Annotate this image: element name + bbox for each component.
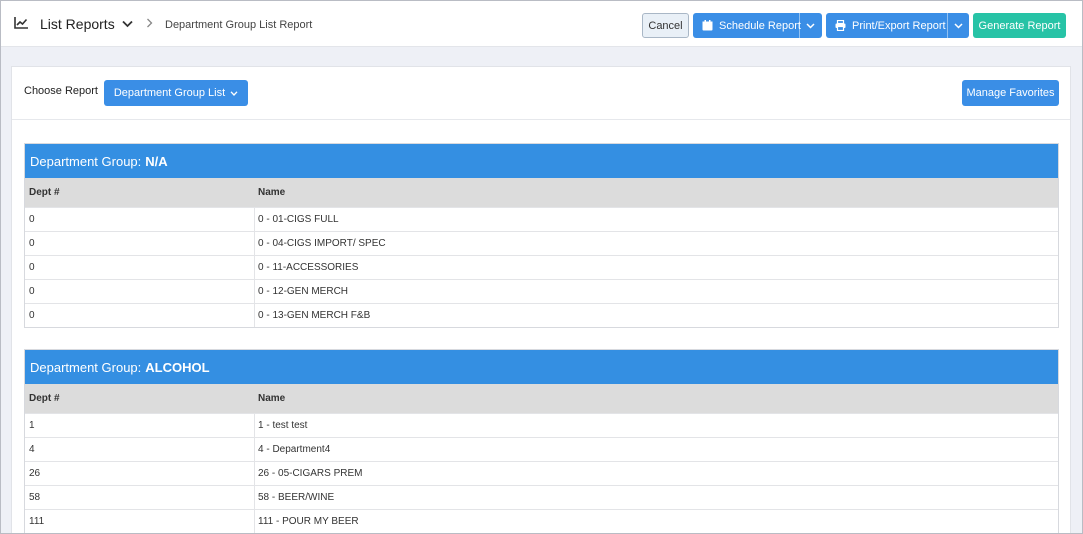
divider: [12, 119, 1070, 120]
column-header-dept: Dept #: [29, 393, 60, 404]
group-name: N/A: [145, 153, 168, 169]
generate-report-button[interactable]: Generate Report: [973, 13, 1066, 38]
printer-icon: [835, 20, 846, 31]
column-header-name: Name: [258, 187, 286, 198]
report-panel: Choose Report Department Group List Mana…: [11, 66, 1071, 533]
cell-dept: 26: [25, 462, 255, 485]
cell-dept: 58: [25, 486, 255, 509]
cell-dept: 4: [25, 438, 255, 461]
report-selector-dropdown[interactable]: Department Group List: [104, 80, 248, 106]
table-row: 0 0 - 11-ACCESSORIES: [25, 255, 1058, 279]
button-divider: [799, 13, 800, 38]
chevron-down-icon[interactable]: [122, 20, 133, 28]
choose-report-label: Choose Report: [24, 85, 98, 97]
chevron-down-icon[interactable]: [954, 23, 963, 29]
breadcrumb: Department Group List Report: [165, 19, 313, 31]
cell-name: 0 - 11-ACCESSORIES: [258, 262, 359, 273]
manage-favorites-button[interactable]: Manage Favorites: [962, 80, 1059, 106]
group-prefix: Department Group:: [30, 153, 142, 169]
app-title[interactable]: List Reports: [40, 16, 115, 32]
cell-name: 0 - 01-CIGS FULL: [258, 214, 339, 225]
table-row: 0 0 - 12-GEN MERCH: [25, 279, 1058, 303]
button-divider: [947, 13, 948, 38]
table-row: 0 0 - 13-GEN MERCH F&B: [25, 303, 1058, 327]
cell-name: 111 - POUR MY BEER: [258, 516, 359, 527]
cell-name: 4 - Department4: [258, 444, 331, 455]
cell-dept: 0: [25, 232, 255, 255]
print-export-label: Print/Export Report: [852, 19, 946, 32]
calendar-icon: [702, 20, 713, 31]
chevron-down-icon[interactable]: [806, 23, 815, 29]
group-header: Department Group: ALCOHOL: [25, 350, 1058, 384]
chevron-down-icon: [230, 90, 238, 96]
cell-dept: 1: [25, 414, 255, 437]
app-window: List Reports Department Group List Repor…: [0, 0, 1083, 534]
column-header-row: Dept # Name: [25, 384, 1058, 413]
selected-report-label: Department Group List: [113, 87, 226, 99]
cell-name: 26 - 05-CIGARS PREM: [258, 468, 363, 479]
cell-name: 0 - 12-GEN MERCH: [258, 286, 349, 297]
cell-dept: 0: [25, 280, 255, 303]
schedule-report-label: Schedule Report: [719, 19, 801, 32]
cancel-button[interactable]: Cancel: [642, 13, 689, 38]
department-group-table: Department Group: N/A Dept # Name 0 0 - …: [24, 143, 1059, 328]
column-header-row: Dept # Name: [25, 178, 1058, 207]
cell-dept: 0: [25, 256, 255, 279]
chevron-right-icon: [147, 18, 153, 28]
group-name: ALCOHOL: [145, 359, 210, 375]
table-row: 1 1 - test test: [25, 413, 1058, 437]
group-prefix: Department Group:: [30, 359, 142, 375]
top-bar: List Reports Department Group List Repor…: [1, 1, 1082, 47]
column-header-name: Name: [258, 393, 286, 404]
cell-dept: 0: [25, 304, 255, 327]
cell-name: 0 - 04-CIGS IMPORT/ SPEC: [258, 238, 386, 249]
table-row: 0 0 - 04-CIGS IMPORT/ SPEC: [25, 231, 1058, 255]
department-group-table: Department Group: ALCOHOL Dept # Name 1 …: [24, 349, 1059, 533]
table-row: 26 26 - 05-CIGARS PREM: [25, 461, 1058, 485]
column-header-dept: Dept #: [29, 187, 60, 198]
cell-name: 1 - test test: [258, 420, 308, 431]
table-row: 0 0 - 01-CIGS FULL: [25, 207, 1058, 231]
cell-dept: 0: [25, 208, 255, 231]
schedule-report-button[interactable]: Schedule Report: [693, 13, 822, 38]
print-export-button[interactable]: Print/Export Report: [826, 13, 969, 38]
table-row: 58 58 - BEER/WINE: [25, 485, 1058, 509]
cell-dept: 111: [25, 510, 255, 533]
group-header: Department Group: N/A: [25, 144, 1058, 178]
line-chart-icon: [14, 17, 28, 29]
cell-name: 58 - BEER/WINE: [258, 492, 335, 503]
table-row: 4 4 - Department4: [25, 437, 1058, 461]
cell-name: 0 - 13-GEN MERCH F&B: [258, 310, 371, 321]
table-row: 111 111 - POUR MY BEER: [25, 509, 1058, 533]
